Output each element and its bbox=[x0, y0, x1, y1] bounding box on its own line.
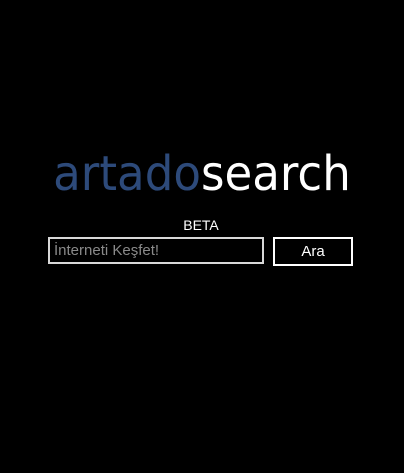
search-input[interactable] bbox=[48, 237, 264, 264]
beta-label: BETA bbox=[183, 217, 219, 233]
search-button[interactable]: Ara bbox=[273, 237, 353, 266]
logo-text-search: search bbox=[200, 146, 351, 202]
artado-search-logo: artadosearch bbox=[12, 140, 392, 208]
logo-text-artado: artado bbox=[53, 146, 201, 202]
